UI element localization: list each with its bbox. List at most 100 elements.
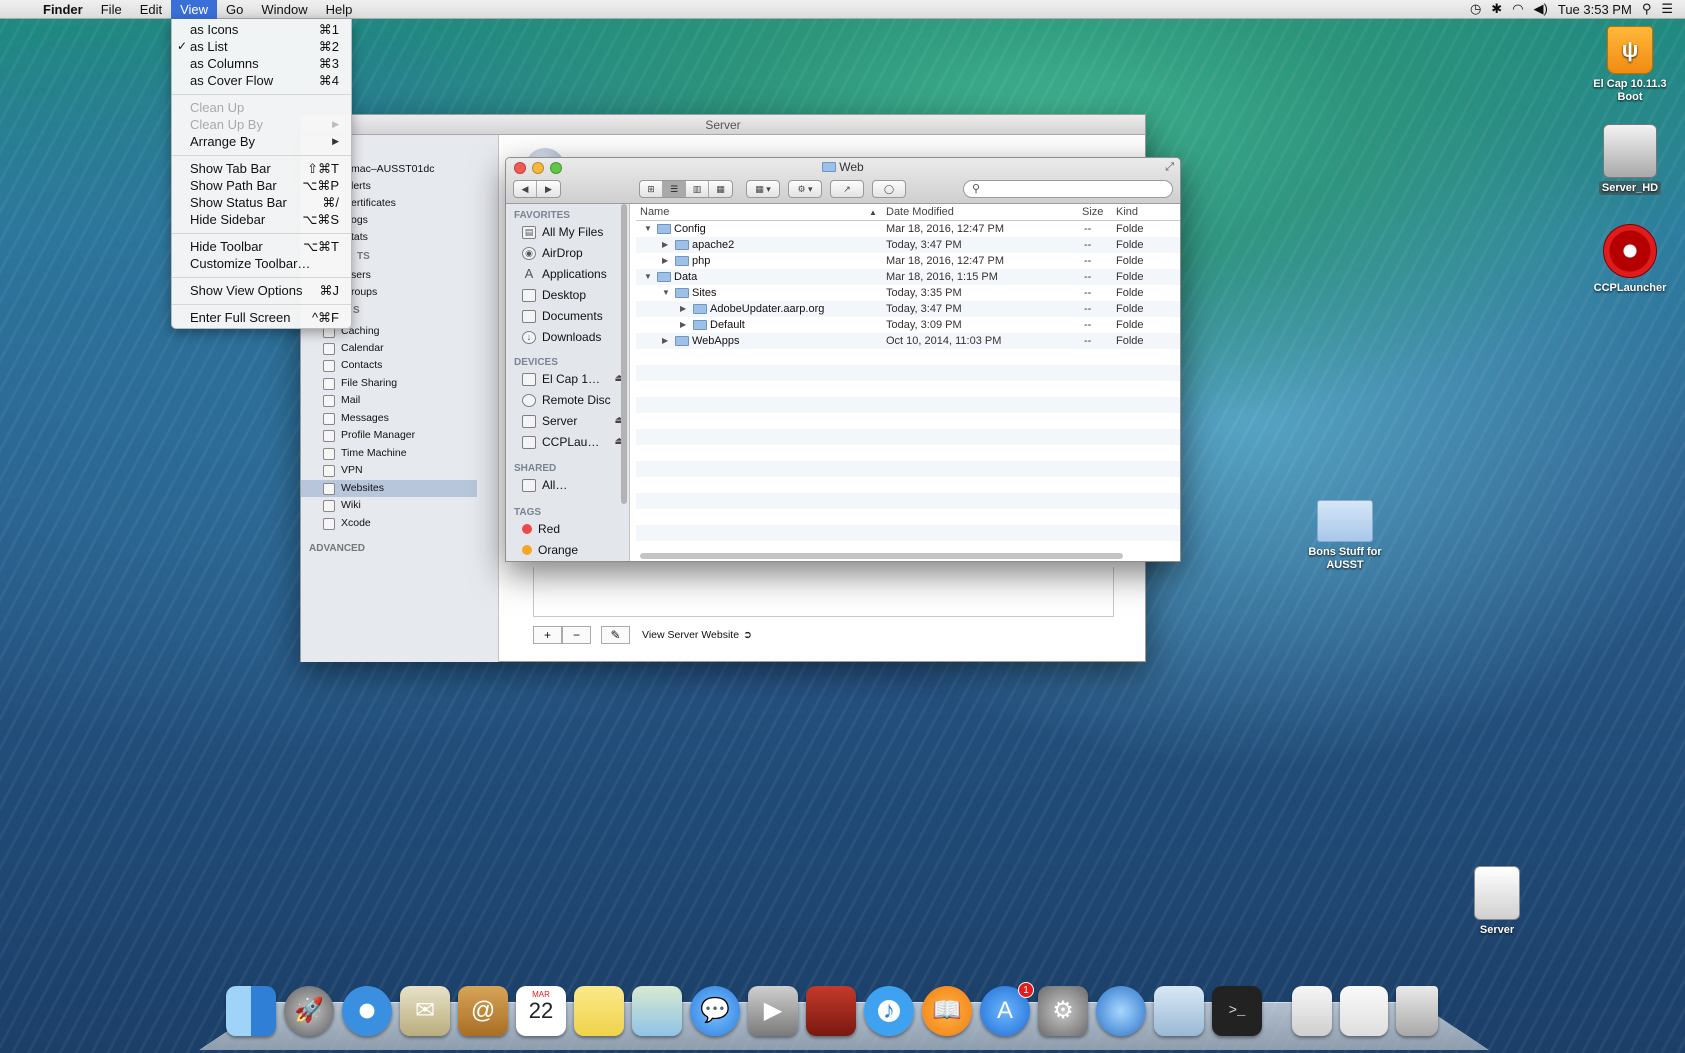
sidebar-item-airdrop[interactable]: ◉ AirDrop	[522, 243, 626, 263]
sidebar-item-contacts[interactable]: Contacts	[323, 357, 499, 374]
wifi-icon[interactable]: ◠	[1512, 1, 1523, 17]
disclosure-closed-icon[interactable]: ▶	[680, 301, 686, 317]
notification-center-icon[interactable]: ☰	[1661, 1, 1673, 17]
desktop-icon-bons-stuff[interactable]: Bons Stuff for AUSST	[1300, 500, 1390, 572]
sidebar-item-file-sharing[interactable]: File Sharing	[323, 375, 499, 392]
disclosure-closed-icon[interactable]: ▶	[662, 237, 668, 253]
volume-icon[interactable]: ◀)	[1534, 1, 1548, 17]
sidebar-item-tag-red[interactable]: Red	[522, 519, 626, 539]
sidebar-item-tag-orange[interactable]: Orange	[522, 540, 626, 560]
messages-icon[interactable]: 💬	[690, 986, 740, 1036]
column-date-header[interactable]: Date Modified	[886, 206, 954, 218]
itunes-icon[interactable]: ♪	[864, 986, 914, 1036]
disclosure-open-icon[interactable]: ▼	[662, 285, 670, 301]
table-row[interactable]: ▶ apache2 Today, 3:47 PM -- Folde	[636, 237, 1180, 253]
search-input[interactable]: ⚲	[963, 180, 1173, 198]
desktop-icon-el-cap-boot[interactable]: ψ El Cap 10.11.3 Boot	[1588, 26, 1672, 104]
desktop-icon-server-hd[interactable]: Server_HD	[1588, 124, 1672, 195]
server-host-item[interactable]: mac–AUSST01dc	[351, 161, 501, 178]
menu-file[interactable]: File	[92, 0, 131, 19]
menu-window[interactable]: Window	[252, 0, 316, 19]
menu-view[interactable]: View	[171, 0, 218, 19]
menu-item-as-cover-flow[interactable]: as Cover Flow ⌘4	[172, 72, 351, 89]
time-machine-icon[interactable]: ◷	[1470, 1, 1481, 17]
menu-item-show-view-options[interactable]: Show View Options ⌘J	[172, 282, 351, 299]
menu-item-show-tab-bar[interactable]: Show Tab Bar ⇧⌘T	[172, 160, 351, 177]
disclosure-open-icon[interactable]: ▼	[644, 269, 652, 285]
desktop-icon-ccplauncher[interactable]: CCPLauncher	[1588, 224, 1672, 295]
mail-icon[interactable]: ✉	[400, 986, 450, 1036]
sidebar-item-certificates[interactable]: ertificates	[351, 195, 527, 212]
finder-icon[interactable]	[226, 986, 276, 1036]
terminal-icon[interactable]: >_	[1212, 986, 1262, 1036]
menu-item-hide-sidebar[interactable]: Hide Sidebar ⌥⌘S	[172, 211, 351, 228]
disclosure-closed-icon[interactable]: ▶	[662, 253, 668, 269]
column-size-header[interactable]: Size	[1082, 206, 1103, 218]
bluetooth-icon[interactable]: ✱	[1491, 1, 1502, 17]
menu-item-customize-toolbar[interactable]: Customize Toolbar…	[172, 255, 351, 272]
app-store-icon[interactable]: A1	[980, 982, 1034, 1036]
documents-stack-icon[interactable]	[1292, 986, 1332, 1036]
menu-item-show-status-bar[interactable]: Show Status Bar ⌘/	[172, 194, 351, 211]
menu-go[interactable]: Go	[217, 0, 252, 19]
fullscreen-icon[interactable]: ⤢	[1165, 161, 1174, 174]
sidebar-item-all-my-files[interactable]: ▤ All My Files	[522, 222, 626, 242]
action-gear-button[interactable]: ⚙ ▾	[789, 181, 821, 197]
sidebar-item-calendar[interactable]: Calendar	[323, 340, 499, 357]
menu-item-arrange-by[interactable]: Arrange By ▶	[172, 133, 351, 150]
sidebar-item-wiki[interactable]: Wiki	[323, 497, 499, 514]
menu-item-hide-toolbar[interactable]: Hide Toolbar ⌥⌘T	[172, 238, 351, 255]
preview-icon[interactable]	[1154, 986, 1204, 1036]
clock[interactable]: Tue 3:53 PM	[1558, 2, 1632, 17]
desktop-icon-server[interactable]: Server	[1455, 866, 1539, 937]
back-button[interactable]: ◀	[514, 181, 537, 197]
column-name-header[interactable]: Name	[640, 206, 669, 218]
sidebar-item-stats[interactable]: tats	[351, 229, 527, 246]
sidebar-item-remote-disc[interactable]: Remote Disc	[522, 390, 626, 410]
edit-button[interactable]: ✎	[601, 626, 630, 644]
menu-help[interactable]: Help	[317, 0, 362, 19]
sidebar-item-documents[interactable]: Documents	[522, 306, 626, 326]
sidebar-item-logs[interactable]: ogs	[351, 212, 527, 229]
safari-icon[interactable]	[342, 986, 392, 1036]
menu-app-finder[interactable]: Finder	[34, 0, 92, 19]
sidebar-item-groups[interactable]: roups	[351, 284, 527, 301]
ibooks-icon[interactable]: 📖	[922, 986, 972, 1036]
table-row[interactable]: ▼ Data Mar 18, 2016, 1:15 PM -- Folde	[636, 269, 1180, 285]
table-row[interactable]: ▶ WebApps Oct 10, 2014, 11:03 PM -- Folde	[636, 333, 1180, 349]
photo-booth-icon[interactable]	[806, 986, 856, 1036]
sidebar-item-el-cap[interactable]: El Cap 1… ⏏	[522, 369, 626, 389]
sidebar-item-downloads[interactable]: ↓ Downloads	[522, 327, 626, 347]
sidebar-item-desktop[interactable]: Desktop	[522, 285, 626, 305]
menu-edit[interactable]: Edit	[131, 0, 171, 19]
sidebar-item-server[interactable]: Server ⏏	[522, 411, 626, 431]
horizontal-scrollbar[interactable]	[640, 553, 1123, 559]
tags-button[interactable]: ◯	[873, 181, 905, 197]
sidebar-item-time-machine[interactable]: Time Machine	[323, 445, 499, 462]
forward-button[interactable]: ▶	[537, 181, 560, 197]
table-row[interactable]: ▼ Sites Today, 3:35 PM -- Folde	[636, 285, 1180, 301]
menu-item-as-list[interactable]: ✓ as List ⌘2	[172, 38, 351, 55]
disclosure-open-icon[interactable]: ▼	[644, 221, 652, 237]
sidebar-item-users[interactable]: sers	[351, 267, 527, 284]
facetime-icon[interactable]: ▶	[748, 986, 798, 1036]
contacts-icon[interactable]: @	[458, 986, 508, 1036]
arrange-button[interactable]: ▦ ▾	[747, 181, 779, 197]
trash-icon[interactable]	[1396, 986, 1438, 1036]
sidebar-item-xcode[interactable]: Xcode	[323, 515, 499, 532]
sidebar-item-mail[interactable]: Mail	[323, 392, 499, 409]
sidebar-item-applications[interactable]: A Applications	[522, 264, 626, 284]
cover-flow-button[interactable]: ▦	[709, 181, 732, 197]
menu-item-as-icons[interactable]: as Icons ⌘1	[172, 21, 351, 38]
sidebar-item-messages[interactable]: Messages	[323, 410, 499, 427]
table-row[interactable]: ▶ AdobeUpdater.aarp.org Today, 3:47 PM -- Fo…	[636, 301, 1180, 317]
menu-item-as-columns[interactable]: as Columns ⌘3	[172, 55, 351, 72]
remove-button[interactable]: −	[562, 626, 591, 644]
column-kind-header[interactable]: Kind	[1116, 206, 1138, 218]
sidebar-item-profile-manager[interactable]: Profile Manager	[323, 427, 499, 444]
downloads-stack-icon[interactable]	[1340, 986, 1388, 1036]
disclosure-closed-icon[interactable]: ▶	[680, 317, 686, 333]
launchpad-icon[interactable]: 🚀	[284, 986, 334, 1036]
maps-icon[interactable]	[632, 986, 682, 1036]
icon-view-button[interactable]: ⊞	[640, 181, 663, 197]
